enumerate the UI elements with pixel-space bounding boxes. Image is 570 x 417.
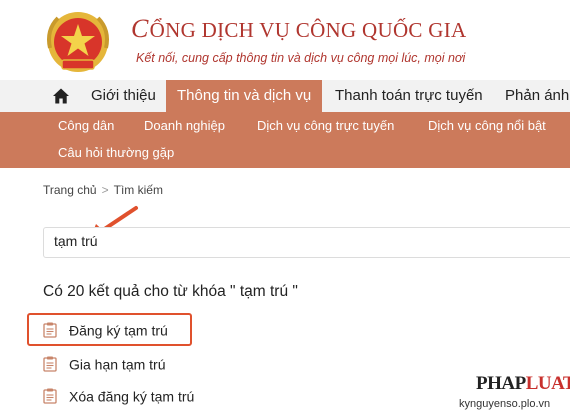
result-item[interactable]: Gia hạn tạm trú [43, 355, 166, 377]
nav-item-gioi-thieu[interactable]: Giới thiệu [91, 80, 156, 112]
watermark-url: kynguyenso.plo.vn [459, 398, 551, 410]
result-label: Đăng ký tạm trú [69, 322, 168, 339]
sub-nav-cong-dan[interactable]: Công dân [58, 118, 114, 133]
sub-nav: Công dân Doanh nghiệp Dịch vụ công trực … [0, 112, 570, 168]
sub-nav-doanh-nghiep[interactable]: Doanh nghiệp [144, 118, 225, 133]
site-slogan: Kết nối, cung cấp thông tin và dịch vụ c… [136, 51, 466, 65]
sub-nav-dich-vu-cong-truc-tuyen[interactable]: Dịch vụ công trực tuyến [257, 118, 394, 133]
nav-item-thanh-toan[interactable]: Thanh toán trực tuyến [335, 80, 483, 112]
breadcrumb-current: Tìm kiếm [113, 183, 163, 197]
watermark-logo-part1: PHAP [476, 373, 526, 394]
document-icon [43, 322, 57, 338]
sub-nav-dich-vu-cong-noi-bat[interactable]: Dịch vụ công nổi bật [428, 118, 546, 133]
site-header: CỔNG DỊCH VỤ CÔNG QUỐC GIA Kết nối, cung… [0, 0, 570, 80]
title-text: ỔNG DỊCH VỤ CÔNG QUỐC GIA [149, 18, 467, 42]
watermark-logo: PHAPLUAT [476, 373, 570, 395]
document-icon [43, 388, 57, 404]
result-item[interactable]: Xóa đăng ký tạm trú [43, 387, 194, 409]
result-label: Xóa đăng ký tạm trú [69, 388, 195, 405]
result-label: Gia hạn tạm trú [69, 356, 166, 373]
breadcrumb-separator: > [101, 183, 109, 197]
main-nav: Giới thiệu Thông tin và dịch vụ Thanh to… [0, 80, 570, 112]
search-box[interactable] [43, 227, 570, 258]
search-input[interactable] [54, 233, 534, 249]
page-title[interactable]: CỔNG DỊCH VỤ CÔNG QUỐC GIA [131, 14, 467, 44]
nav-item-phan-anh[interactable]: Phản ánh [505, 80, 569, 112]
sub-nav-cau-hoi[interactable]: Câu hỏi thường gặp [58, 145, 174, 160]
title-initial: C [131, 14, 149, 43]
result-item[interactable]: Đăng ký tạm trú [43, 321, 168, 343]
document-icon [43, 356, 57, 372]
watermark-logo-part2: LUAT [525, 373, 570, 394]
nav-item-thong-tin-dich-vu[interactable]: Thông tin và dịch vụ [166, 80, 323, 112]
national-emblem-icon[interactable] [40, 8, 116, 76]
home-icon[interactable] [52, 87, 70, 105]
results-heading: Có 20 kết quả cho từ khóa " tạm trú " [43, 283, 298, 300]
breadcrumb-home[interactable]: Trang chủ [43, 183, 97, 197]
breadcrumb: Trang chủ > Tìm kiếm [43, 183, 163, 197]
